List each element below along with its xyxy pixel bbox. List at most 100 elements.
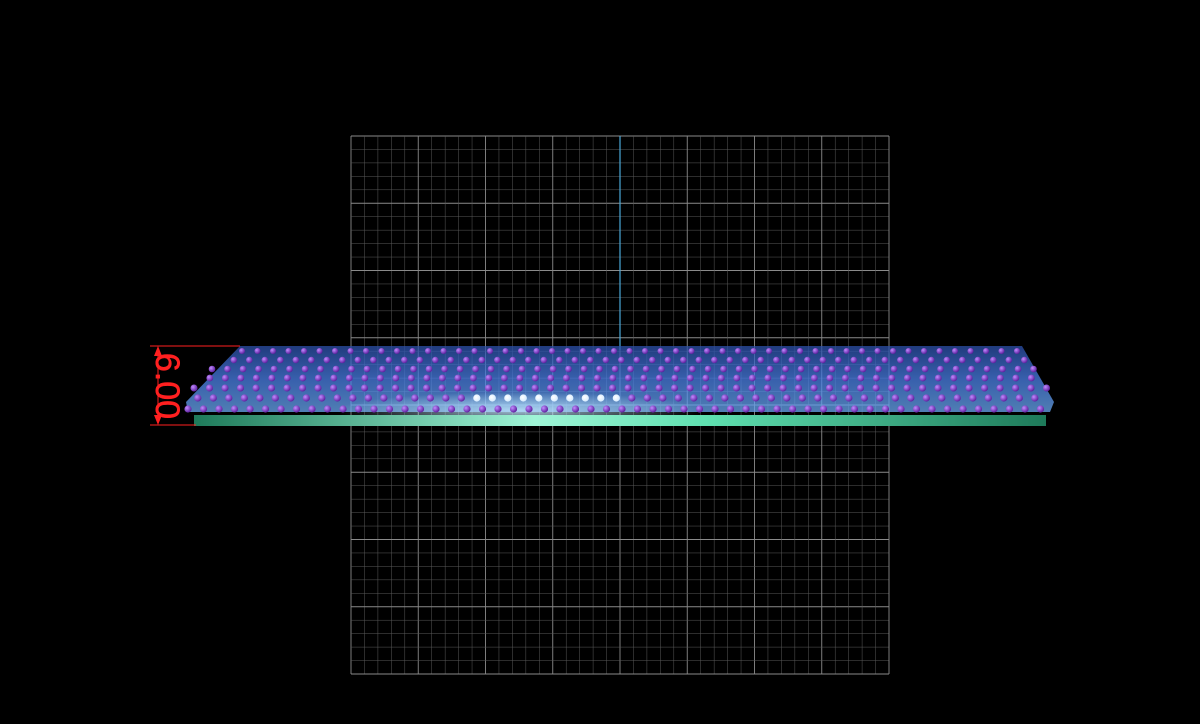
stone [766, 348, 772, 354]
stone [1012, 384, 1019, 392]
stone [534, 365, 541, 373]
stone [478, 356, 485, 364]
stone [797, 348, 803, 354]
stone [246, 356, 253, 364]
stone [881, 356, 888, 364]
stone [642, 348, 648, 354]
stone [686, 384, 694, 392]
stone [624, 374, 632, 382]
stone [533, 348, 540, 354]
viewport-scene[interactable]: 6.00 [0, 0, 1200, 724]
stone [841, 384, 849, 392]
stone [308, 356, 315, 364]
stone [657, 348, 664, 354]
stone [447, 405, 456, 413]
stone [230, 356, 237, 364]
stone [702, 384, 709, 392]
stone [277, 356, 284, 364]
stone [339, 405, 347, 413]
highlighted-stone [612, 394, 620, 402]
stone [286, 365, 293, 373]
stone [735, 348, 741, 354]
stone [673, 348, 679, 354]
stone [844, 365, 851, 373]
stone [518, 365, 526, 373]
stone [843, 348, 850, 354]
stone [562, 374, 570, 382]
stone [795, 384, 802, 392]
stone [564, 348, 571, 354]
stone [628, 394, 636, 402]
stone [339, 356, 346, 364]
stone [990, 356, 997, 364]
stone [921, 348, 927, 354]
stone [423, 384, 430, 392]
stone [686, 374, 694, 382]
3d-viewport[interactable]: 6.00 [0, 0, 1200, 724]
stone [318, 394, 326, 402]
stone [518, 348, 524, 354]
stone [316, 348, 323, 354]
stone [872, 384, 880, 392]
stone [783, 394, 791, 402]
stone [888, 384, 895, 392]
stone [903, 384, 911, 392]
stone [757, 356, 764, 364]
stone [556, 405, 564, 413]
stone [485, 384, 492, 392]
stone [494, 405, 502, 413]
stone [314, 384, 322, 392]
stone [1005, 356, 1012, 364]
stone [442, 394, 450, 402]
stone [655, 384, 663, 392]
stone [826, 384, 833, 392]
stone [998, 348, 1005, 354]
stone [549, 365, 557, 373]
stone [1014, 348, 1020, 354]
stone [215, 405, 223, 413]
stone [593, 384, 601, 392]
stone [664, 356, 671, 364]
stone [376, 374, 384, 382]
stone [890, 348, 896, 354]
stone [416, 356, 423, 364]
stone [1005, 405, 1014, 413]
stone [906, 365, 913, 373]
stone [788, 405, 797, 413]
stone [690, 394, 698, 402]
stone [345, 374, 353, 382]
stone [323, 356, 330, 364]
stone [549, 348, 555, 354]
stone [540, 405, 549, 413]
stone [810, 384, 818, 392]
stone [1015, 394, 1023, 402]
stone [919, 374, 927, 382]
stone [721, 394, 729, 402]
stone [959, 356, 966, 364]
stone [719, 348, 726, 354]
stone [416, 405, 425, 413]
stone [643, 394, 651, 402]
stone [781, 348, 788, 354]
stone [385, 405, 394, 413]
stone [487, 365, 495, 373]
stone [457, 394, 465, 402]
ring-base-rail [194, 415, 1046, 426]
stone [919, 384, 926, 392]
stone [380, 394, 388, 402]
stone [695, 356, 702, 364]
stone [240, 394, 248, 402]
stone [937, 365, 944, 373]
stone [268, 384, 275, 392]
stone [717, 374, 725, 382]
dimension-value[interactable]: 6.00 [148, 353, 187, 420]
stone [578, 374, 586, 382]
ring-model[interactable] [184, 346, 1054, 426]
stone [361, 384, 368, 392]
stone [463, 356, 470, 364]
stone [680, 356, 687, 364]
stone [835, 356, 842, 364]
stone [1012, 374, 1020, 382]
stone [407, 384, 415, 392]
stone [943, 356, 950, 364]
